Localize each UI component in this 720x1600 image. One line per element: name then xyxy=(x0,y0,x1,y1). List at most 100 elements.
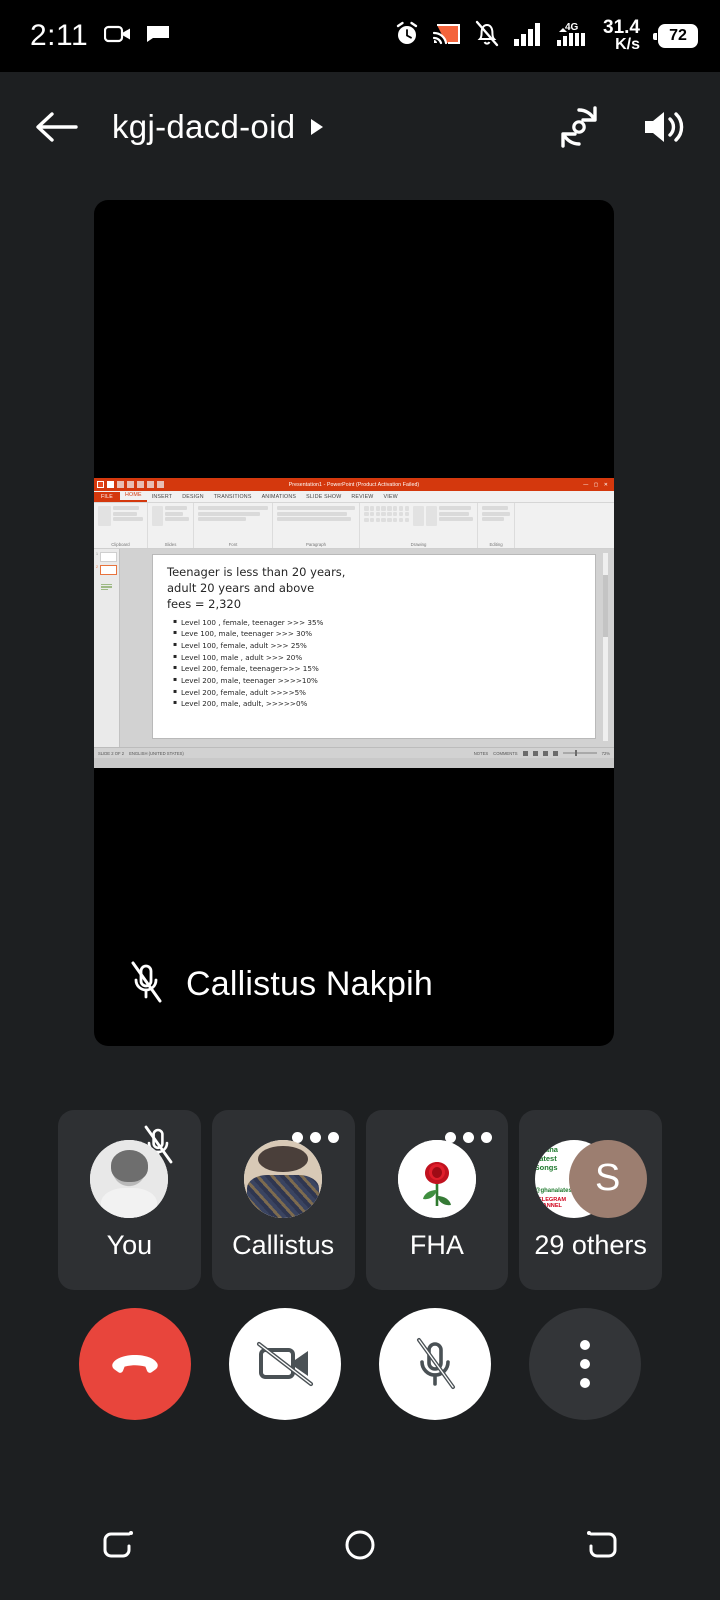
back-icon xyxy=(587,1531,617,1558)
message-icon xyxy=(146,25,170,48)
slide-bullet: Level 100, female, adult >>> 25% xyxy=(173,640,585,652)
participant-name: You xyxy=(106,1229,153,1260)
network-speed: 31.4 K/s xyxy=(603,16,640,54)
view-sorter-icon[interactable] xyxy=(532,750,538,756)
participant-tile-fha[interactable]: FHA xyxy=(365,1110,509,1290)
main-video-stage[interactable]: Presentation1 - PowerPoint (Product Acti… xyxy=(94,200,614,1046)
view-reading-icon[interactable] xyxy=(542,750,548,756)
slide-canvas[interactable]: Teenager is less than 20 years, adult 20… xyxy=(152,554,596,739)
ribbon-tab-insert[interactable]: INSERT xyxy=(147,494,178,502)
status-zoom-level: 72% xyxy=(601,750,610,756)
mic-off-icon xyxy=(128,959,164,1010)
slide-thumbnail-panel[interactable]: 1 2 xyxy=(94,549,120,747)
active-speaker-name: Callistus Nakpih xyxy=(186,965,433,1003)
stacked-avatars: Ghana Latest Songs @ghanalatestsongs TEL… xyxy=(534,1139,647,1218)
phone-hangup-icon xyxy=(112,1355,158,1373)
status-right-icons: 4G 31.4 K/s 72 xyxy=(394,16,698,54)
status-notes[interactable]: NOTES xyxy=(474,751,488,756)
ribbon-tab-slideshow[interactable]: SLIDE SHOW xyxy=(301,494,346,502)
slide-bullet: Level 100 , female, teenager >>> 35% xyxy=(173,617,585,629)
shared-screen-powerpoint: Presentation1 - PowerPoint (Product Acti… xyxy=(94,478,614,768)
ribbon-tab-design[interactable]: DESIGN xyxy=(177,494,209,502)
avatar xyxy=(244,1139,323,1218)
signal-4g-icon: 4G xyxy=(556,20,590,53)
caret-right-icon[interactable] xyxy=(311,119,324,135)
toggle-camera-button[interactable] xyxy=(229,1308,341,1420)
ribbon-tab-review[interactable]: REVIEW xyxy=(346,494,378,502)
nav-back-button[interactable] xyxy=(545,1505,655,1585)
more-options-button[interactable] xyxy=(529,1308,641,1420)
slide-bullet: Level 200, male, adult, >>>>>0% xyxy=(173,698,585,710)
nav-recents-button[interactable] xyxy=(65,1505,175,1585)
status-language: ENGLISH (UNITED STATES) xyxy=(129,750,184,756)
status-comments[interactable]: COMMENTS xyxy=(493,751,517,756)
ribbon-tab-file[interactable]: FILE xyxy=(94,492,120,502)
android-nav-bar[interactable] xyxy=(0,1490,720,1600)
powerpoint-workspace: 1 2 Teenager is less than 20 years, adul… xyxy=(94,549,614,747)
initial-avatar: S xyxy=(568,1139,647,1218)
video-camera-icon xyxy=(104,23,132,50)
meeting-code-label[interactable]: kgj-dacd-oid xyxy=(112,108,295,146)
rose-image-icon xyxy=(397,1139,476,1218)
mic-off-icon xyxy=(417,1338,455,1389)
participant-tile-others[interactable]: Ghana Latest Songs @ghanalatestsongs TEL… xyxy=(519,1110,662,1290)
participant-name: 29 others xyxy=(534,1229,647,1260)
back-button[interactable] xyxy=(28,99,84,155)
ribbon-group-label: Drawing xyxy=(410,542,427,547)
network-speed-value: 31.4 xyxy=(603,16,640,38)
participant-tile-callistus[interactable]: Callistus xyxy=(211,1110,355,1290)
cast-icon xyxy=(432,22,461,51)
toggle-mic-button[interactable] xyxy=(379,1308,491,1420)
ribbon-group-paragraph[interactable]: Paragraph xyxy=(273,503,360,548)
more-vertical-icon[interactable] xyxy=(580,1340,590,1388)
signal-bars-icon xyxy=(513,21,543,52)
ribbon-tab-view[interactable]: VIEW xyxy=(379,494,403,502)
slide-thumbnail[interactable]: 2 xyxy=(96,565,117,590)
view-normal-icon[interactable] xyxy=(522,750,528,756)
nav-home-button[interactable] xyxy=(305,1505,415,1585)
avatar xyxy=(90,1139,169,1218)
ribbon-group-slides[interactable]: Slides xyxy=(148,503,194,548)
powerpoint-title: Presentation1 - PowerPoint (Product Acti… xyxy=(288,481,420,488)
slide-bullet-list: Level 100 , female, teenager >>> 35% Lev… xyxy=(167,617,585,710)
switch-camera-button[interactable] xyxy=(550,98,608,156)
zoom-slider[interactable] xyxy=(562,750,597,756)
status-bar: 2:11 4G 31.4 K/s 72 xyxy=(0,0,720,72)
network-speed-unit: K/s xyxy=(615,36,640,54)
slide-number: 1 xyxy=(96,552,98,556)
ribbon-tabs[interactable]: FILE HOME INSERT DESIGN TRANSITIONS ANIM… xyxy=(94,491,614,503)
ribbon-tab-animations[interactable]: ANIMATIONS xyxy=(257,494,302,502)
battery-icon: 72 xyxy=(653,24,698,48)
end-call-button[interactable] xyxy=(79,1308,191,1420)
slide-bullet: Level 200, female, adult >>>>5% xyxy=(173,687,585,699)
participant-strip[interactable]: You Callistus FHA S 29 others xyxy=(58,1110,662,1290)
recents-icon xyxy=(103,1531,133,1558)
notifications-off-icon xyxy=(474,20,500,52)
ribbon-group-label: Paragraph xyxy=(305,542,327,547)
status-slide-index: SLIDE 2 OF 2 xyxy=(98,750,125,756)
slide-bullet: Level 200, female, teenager>>> 15% xyxy=(173,663,585,675)
speaker-button[interactable] xyxy=(634,98,692,156)
participant-tile-you[interactable]: You xyxy=(58,1110,201,1290)
ribbon-tab-transitions[interactable]: TRANSITIONS xyxy=(209,494,257,502)
window-controls[interactable]: — ▢ ✕ xyxy=(583,482,610,488)
slide-heading-line: fees = 2,320 xyxy=(167,596,242,611)
alarm-icon xyxy=(394,21,420,52)
ribbon-group-font[interactable]: Font xyxy=(194,503,273,548)
call-controls[interactable] xyxy=(0,1305,720,1423)
slide-number: 2 xyxy=(96,565,98,569)
ribbon-group-label: Font xyxy=(228,542,238,547)
ribbon-group-editing[interactable]: Editing xyxy=(478,503,516,548)
participant-name: Callistus xyxy=(232,1229,335,1260)
svg-text:4G: 4G xyxy=(565,22,579,33)
active-speaker-label: Callistus Nakpih xyxy=(128,959,433,1010)
slide-scrollbar[interactable] xyxy=(603,553,608,741)
ribbon-group-clipboard[interactable]: Clipboard xyxy=(94,503,148,548)
ribbon-group-drawing[interactable]: Drawing xyxy=(360,503,479,548)
view-slideshow-icon[interactable] xyxy=(552,750,558,756)
slide-thumbnail[interactable]: 1 xyxy=(96,552,117,562)
ribbon-tab-home[interactable]: HOME xyxy=(120,492,147,502)
status-time: 2:11 xyxy=(30,19,89,52)
ribbon-body[interactable]: Clipboard Slides Font Paragraph Drawing … xyxy=(94,503,614,549)
ribbon-group-label: Clipboard xyxy=(111,542,130,547)
